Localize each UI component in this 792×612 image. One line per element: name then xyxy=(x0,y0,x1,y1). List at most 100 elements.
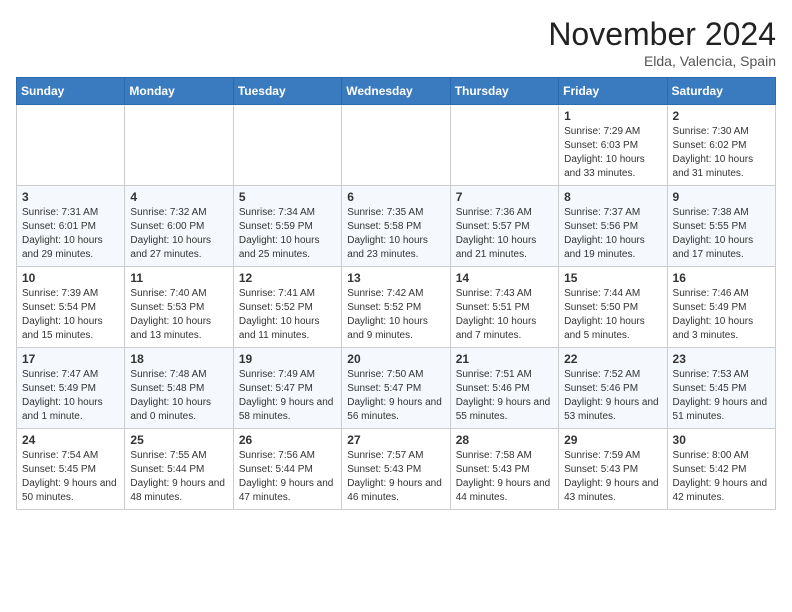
day-number: 28 xyxy=(456,433,553,447)
weekday-header-saturday: Saturday xyxy=(667,78,775,105)
calendar-cell: 28 Sunrise: 7:58 AMSunset: 5:43 PMDayligh… xyxy=(450,429,558,510)
calendar-week-3: 10 Sunrise: 7:39 AMSunset: 5:54 PMDayligh… xyxy=(17,267,776,348)
day-number: 24 xyxy=(22,433,119,447)
day-number: 22 xyxy=(564,352,661,366)
calendar-week-2: 3Sunrise: 7:31 AMSunset: 6:01 PMDaylight… xyxy=(17,186,776,267)
day-number: 6 xyxy=(347,190,444,204)
calendar-cell: 27 Sunrise: 7:57 AMSunset: 5:43 PMDayligh… xyxy=(342,429,450,510)
day-number: 4 xyxy=(130,190,227,204)
calendar-cell xyxy=(450,105,558,186)
day-number: 9 xyxy=(673,190,770,204)
day-number: 1 xyxy=(564,109,661,123)
day-info: Sunrise: 7:51 AMSunset: 5:46 PMDaylight:… xyxy=(456,368,553,424)
weekday-header-sunday: Sunday xyxy=(17,78,125,105)
day-info: Sunrise: 7:35 AMSunset: 5:58 PMDaylight:… xyxy=(347,206,444,262)
calendar-cell: 6 Sunrise: 7:35 AMSunset: 5:58 PMDaylight… xyxy=(342,186,450,267)
calendar-cell xyxy=(17,105,125,186)
day-number: 25 xyxy=(130,433,227,447)
day-info: Sunrise: 7:47 AMSunset: 5:49 PMDaylight:… xyxy=(22,368,119,424)
day-number: 2 xyxy=(673,109,770,123)
calendar-cell: 15 Sunrise: 7:44 AMSunset: 5:50 PMDayligh… xyxy=(559,267,667,348)
day-info: Sunrise: 7:44 AMSunset: 5:50 PMDaylight:… xyxy=(564,287,661,343)
calendar-cell: 23Sunrise: 7:53 AMSunset: 5:45 PMDayligh… xyxy=(667,348,775,429)
calendar-cell: 30 Sunrise: 8:00 AMSunset: 5:42 PMDayligh… xyxy=(667,429,775,510)
day-info: Sunrise: 7:36 AMSunset: 5:57 PMDaylight:… xyxy=(456,206,553,262)
day-number: 20 xyxy=(347,352,444,366)
day-info: Sunrise: 7:56 AMSunset: 5:44 PMDaylight:… xyxy=(239,449,336,505)
title-section: November 2024 Elda, Valencia, Spain xyxy=(548,16,776,69)
calendar-cell: 11 Sunrise: 7:40 AMSunset: 5:53 PMDayligh… xyxy=(125,267,233,348)
day-info: Sunrise: 7:34 AMSunset: 5:59 PMDaylight:… xyxy=(239,206,336,262)
calendar-cell: 14 Sunrise: 7:43 AMSunset: 5:51 PMDayligh… xyxy=(450,267,558,348)
weekday-header-tuesday: Tuesday xyxy=(233,78,341,105)
day-info: Sunrise: 7:43 AMSunset: 5:51 PMDaylight:… xyxy=(456,287,553,343)
day-number: 26 xyxy=(239,433,336,447)
day-number: 7 xyxy=(456,190,553,204)
calendar-week-1: 1 Sunrise: 7:29 AMSunset: 6:03 PMDaylight… xyxy=(17,105,776,186)
day-number: 15 xyxy=(564,271,661,285)
day-number: 13 xyxy=(347,271,444,285)
day-info: Sunrise: 7:50 AMSunset: 5:47 PMDaylight:… xyxy=(347,368,444,424)
calendar-cell: 21 Sunrise: 7:51 AMSunset: 5:46 PMDayligh… xyxy=(450,348,558,429)
calendar-cell: 24 Sunrise: 7:54 AMSunset: 5:45 PMDayligh… xyxy=(17,429,125,510)
day-info: Sunrise: 7:46 AMSunset: 5:49 PMDaylight:… xyxy=(673,287,770,343)
day-number: 30 xyxy=(673,433,770,447)
day-info: Sunrise: 8:00 AMSunset: 5:42 PMDaylight:… xyxy=(673,449,770,505)
day-info: Sunrise: 7:52 AMSunset: 5:46 PMDaylight:… xyxy=(564,368,661,424)
day-info: Sunrise: 7:48 AMSunset: 5:48 PMDaylight:… xyxy=(130,368,227,424)
calendar-cell: 20 Sunrise: 7:50 AMSunset: 5:47 PMDayligh… xyxy=(342,348,450,429)
weekday-header-friday: Friday xyxy=(559,78,667,105)
calendar-cell: 10 Sunrise: 7:39 AMSunset: 5:54 PMDayligh… xyxy=(17,267,125,348)
day-info: Sunrise: 7:55 AMSunset: 5:44 PMDaylight:… xyxy=(130,449,227,505)
calendar-cell: 7 Sunrise: 7:36 AMSunset: 5:57 PMDaylight… xyxy=(450,186,558,267)
day-info: Sunrise: 7:37 AMSunset: 5:56 PMDaylight:… xyxy=(564,206,661,262)
day-info: Sunrise: 7:58 AMSunset: 5:43 PMDaylight:… xyxy=(456,449,553,505)
month-title: November 2024 xyxy=(548,16,776,53)
calendar-cell: 25 Sunrise: 7:55 AMSunset: 5:44 PMDayligh… xyxy=(125,429,233,510)
day-number: 14 xyxy=(456,271,553,285)
day-number: 17 xyxy=(22,352,119,366)
calendar-cell: 8 Sunrise: 7:37 AMSunset: 5:56 PMDaylight… xyxy=(559,186,667,267)
day-info: Sunrise: 7:59 AMSunset: 5:43 PMDaylight:… xyxy=(564,449,661,505)
day-info: Sunrise: 7:29 AMSunset: 6:03 PMDaylight:… xyxy=(564,125,661,181)
day-info: Sunrise: 7:40 AMSunset: 5:53 PMDaylight:… xyxy=(130,287,227,343)
day-number: 12 xyxy=(239,271,336,285)
calendar-cell xyxy=(342,105,450,186)
day-number: 19 xyxy=(239,352,336,366)
calendar-cell: 22 Sunrise: 7:52 AMSunset: 5:46 PMDayligh… xyxy=(559,348,667,429)
day-info: Sunrise: 7:39 AMSunset: 5:54 PMDaylight:… xyxy=(22,287,119,343)
day-info: Sunrise: 7:38 AMSunset: 5:55 PMDaylight:… xyxy=(673,206,770,262)
day-number: 5 xyxy=(239,190,336,204)
calendar-table: SundayMondayTuesdayWednesdayThursdayFrid… xyxy=(16,77,776,510)
day-number: 11 xyxy=(130,271,227,285)
calendar-cell: 4 Sunrise: 7:32 AMSunset: 6:00 PMDaylight… xyxy=(125,186,233,267)
location: Elda, Valencia, Spain xyxy=(548,53,776,69)
weekday-header-row: SundayMondayTuesdayWednesdayThursdayFrid… xyxy=(17,78,776,105)
weekday-header-thursday: Thursday xyxy=(450,78,558,105)
calendar-cell: 3Sunrise: 7:31 AMSunset: 6:01 PMDaylight… xyxy=(17,186,125,267)
calendar-cell: 13Sunrise: 7:42 AMSunset: 5:52 PMDayligh… xyxy=(342,267,450,348)
day-info: Sunrise: 7:41 AMSunset: 5:52 PMDaylight:… xyxy=(239,287,336,343)
calendar-cell xyxy=(233,105,341,186)
calendar-cell: 12 Sunrise: 7:41 AMSunset: 5:52 PMDayligh… xyxy=(233,267,341,348)
day-number: 27 xyxy=(347,433,444,447)
weekday-header-monday: Monday xyxy=(125,78,233,105)
day-info: Sunrise: 7:32 AMSunset: 6:00 PMDaylight:… xyxy=(130,206,227,262)
day-number: 18 xyxy=(130,352,227,366)
calendar-cell: 1 Sunrise: 7:29 AMSunset: 6:03 PMDaylight… xyxy=(559,105,667,186)
calendar-cell: 26 Sunrise: 7:56 AMSunset: 5:44 PMDayligh… xyxy=(233,429,341,510)
day-number: 8 xyxy=(564,190,661,204)
calendar-cell: 16Sunrise: 7:46 AMSunset: 5:49 PMDayligh… xyxy=(667,267,775,348)
calendar-cell: 9 Sunrise: 7:38 AMSunset: 5:55 PMDaylight… xyxy=(667,186,775,267)
day-number: 21 xyxy=(456,352,553,366)
day-info: Sunrise: 7:57 AMSunset: 5:43 PMDaylight:… xyxy=(347,449,444,505)
day-info: Sunrise: 7:54 AMSunset: 5:45 PMDaylight:… xyxy=(22,449,119,505)
day-number: 10 xyxy=(22,271,119,285)
calendar-cell: 5 Sunrise: 7:34 AMSunset: 5:59 PMDaylight… xyxy=(233,186,341,267)
page-header: General Blue November 2024 Elda, Valenci… xyxy=(16,16,776,69)
calendar-cell xyxy=(125,105,233,186)
calendar-week-5: 24 Sunrise: 7:54 AMSunset: 5:45 PMDayligh… xyxy=(17,429,776,510)
day-number: 23 xyxy=(673,352,770,366)
calendar-cell: 18 Sunrise: 7:48 AMSunset: 5:48 PMDayligh… xyxy=(125,348,233,429)
day-info: Sunrise: 7:49 AMSunset: 5:47 PMDaylight:… xyxy=(239,368,336,424)
